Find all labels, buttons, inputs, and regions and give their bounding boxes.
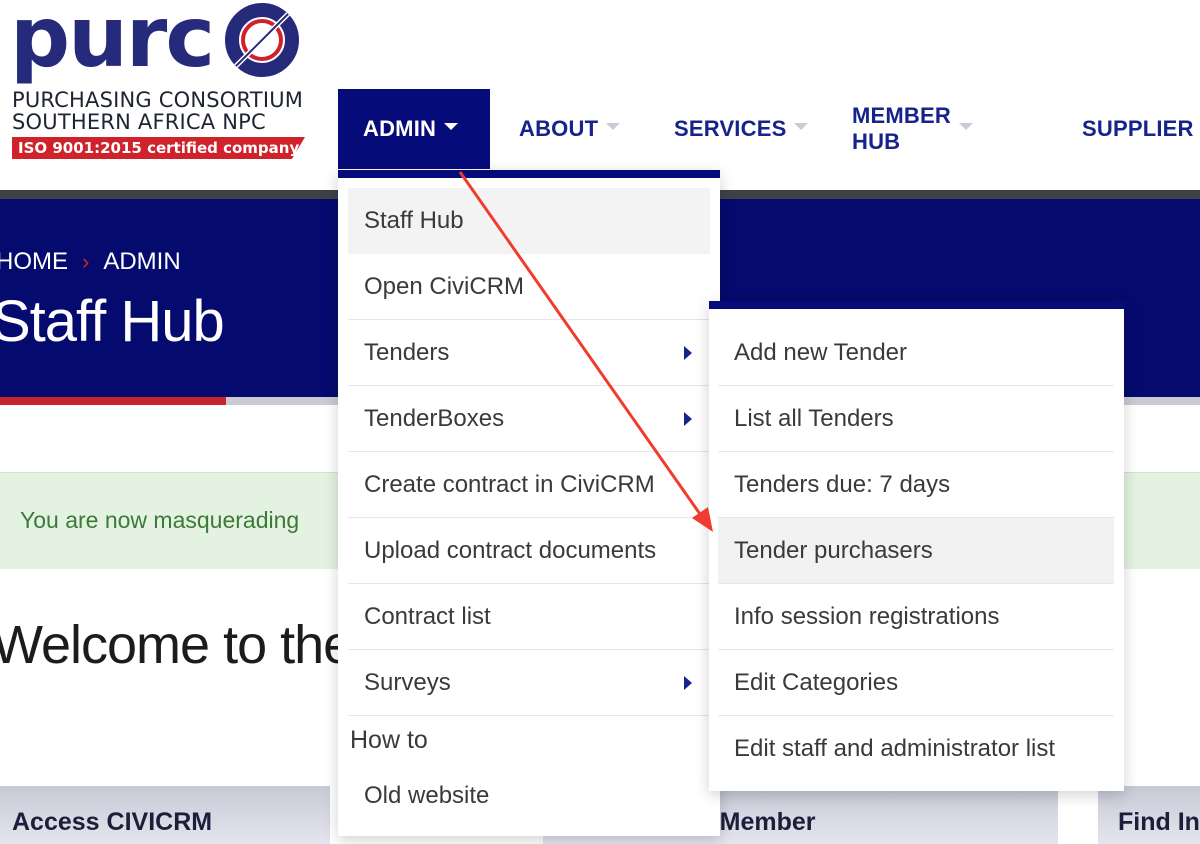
dropdown-topbar — [338, 170, 720, 178]
submenu-item-edit-staff-list[interactable]: Edit staff and administrator list — [718, 716, 1114, 782]
menu-item-label: Create contract in CiviCRM — [364, 470, 655, 498]
site-header: purc PURCHASING CONSORTIUM SOUTHERN AFRI… — [0, 0, 1200, 190]
chevron-right-icon — [684, 676, 692, 690]
submenu-item-info-session-registrations[interactable]: Info session registrations — [718, 584, 1114, 650]
chevron-right-icon — [684, 346, 692, 360]
welcome-heading: Welcome to the — [0, 615, 353, 675]
nav-supplier-hub-label: SUPPLIER H — [1082, 116, 1200, 141]
submenu-item-label: Add new Tender — [734, 338, 908, 366]
menu-heading-how-to: How to — [350, 726, 428, 754]
menu-item-label: Open CiviCRM — [364, 272, 525, 300]
submenu-item-label: Edit Categories — [734, 668, 899, 696]
iso-badge-text: ISO 9001:2015 certified company — [18, 139, 300, 157]
menu-item-old-website[interactable]: Old website — [364, 782, 489, 810]
chevron-down-icon — [794, 122, 809, 130]
menu-item-surveys[interactable]: Surveys — [348, 650, 710, 716]
menu-item-label: Contract list — [364, 602, 491, 630]
nav-about-label: ABOUT — [519, 116, 599, 141]
breadcrumb-separator-icon: › — [82, 249, 90, 274]
chevron-down-icon — [444, 122, 459, 130]
submenu-item-label: Info session registrations — [734, 602, 1000, 630]
submenu-item-add-new-tender[interactable]: Add new Tender — [718, 320, 1114, 386]
submenu-item-tenders-due[interactable]: Tenders due: 7 days — [718, 452, 1114, 518]
menu-item-staff-hub[interactable]: Staff Hub — [348, 188, 710, 254]
menu-item-label: Staff Hub — [364, 207, 464, 234]
logo-wordmark: purc — [10, 0, 215, 86]
page-title: Staff Hub — [0, 289, 225, 354]
menu-item-create-contract[interactable]: Create contract in CiviCRM — [348, 452, 710, 518]
hero-accent-bar — [0, 397, 226, 405]
submenu-item-label: Tender purchasers — [734, 536, 933, 564]
nav-member-hub-label: MEMBER HUB — [852, 103, 951, 154]
nav-admin[interactable]: ADMIN — [338, 89, 490, 169]
submenu-item-tender-purchasers[interactable]: Tender purchasers — [718, 518, 1114, 584]
submenu-item-label: Tenders due: 7 days — [734, 470, 951, 498]
submenu-topbar — [709, 301, 1124, 309]
menu-item-label: Surveys — [364, 668, 451, 696]
menu-item-label: Tenders — [364, 338, 450, 366]
nav-supplier-hub[interactable]: SUPPLIER H — [1082, 89, 1200, 169]
logo-tagline-1: PURCHASING CONSORTIUM — [12, 88, 304, 112]
nav-admin-label: ADMIN — [363, 116, 437, 141]
submenu-item-label: Edit staff and administrator list — [734, 735, 1056, 762]
iso-badge: ISO 9001:2015 certified company — [12, 137, 305, 159]
nav-services[interactable]: SERVICES — [674, 89, 809, 169]
menu-item-upload-contract-documents[interactable]: Upload contract documents — [348, 518, 710, 584]
purco-logo[interactable]: purc PURCHASING CONSORTIUM SOUTHERN AFRI… — [0, 0, 320, 170]
breadcrumb: HOME › ADMIN — [0, 248, 181, 276]
tenders-submenu: Add new Tender List all Tenders Tenders … — [709, 301, 1124, 791]
chevron-right-icon — [684, 412, 692, 426]
menu-item-open-civicrm[interactable]: Open CiviCRM — [348, 254, 710, 320]
menu-item-contract-list[interactable]: Contract list — [348, 584, 710, 650]
card-find-label: Find In — [1118, 808, 1200, 836]
menu-item-label: TenderBoxes — [364, 404, 505, 432]
nav-services-label: SERVICES — [674, 116, 787, 141]
submenu-item-edit-categories[interactable]: Edit Categories — [718, 650, 1114, 716]
alert-message: You are now masquerading — [20, 507, 300, 533]
menu-item-tenders[interactable]: Tenders — [348, 320, 710, 386]
nav-about[interactable]: ABOUT — [519, 89, 621, 169]
card-access-civicrm-label: Access CIVICRM — [12, 808, 213, 836]
admin-dropdown-menu: Staff Hub Open CiviCRM Tenders TenderBox… — [338, 170, 720, 836]
menu-item-label: Upload contract documents — [364, 536, 657, 564]
logo-ring-icon — [225, 3, 299, 77]
chevron-down-icon — [606, 122, 621, 130]
logo-tagline-2: SOUTHERN AFRICA NPC — [12, 110, 266, 134]
chevron-down-icon — [958, 122, 973, 130]
submenu-item-label: List all Tenders — [734, 404, 894, 432]
breadcrumb-home[interactable]: HOME — [0, 248, 68, 276]
breadcrumb-current: ADMIN — [103, 248, 181, 275]
submenu-item-list-all-tenders[interactable]: List all Tenders — [718, 386, 1114, 452]
nav-member-hub[interactable]: MEMBER HUB — [852, 89, 973, 169]
menu-item-tenderboxes[interactable]: TenderBoxes — [348, 386, 710, 452]
